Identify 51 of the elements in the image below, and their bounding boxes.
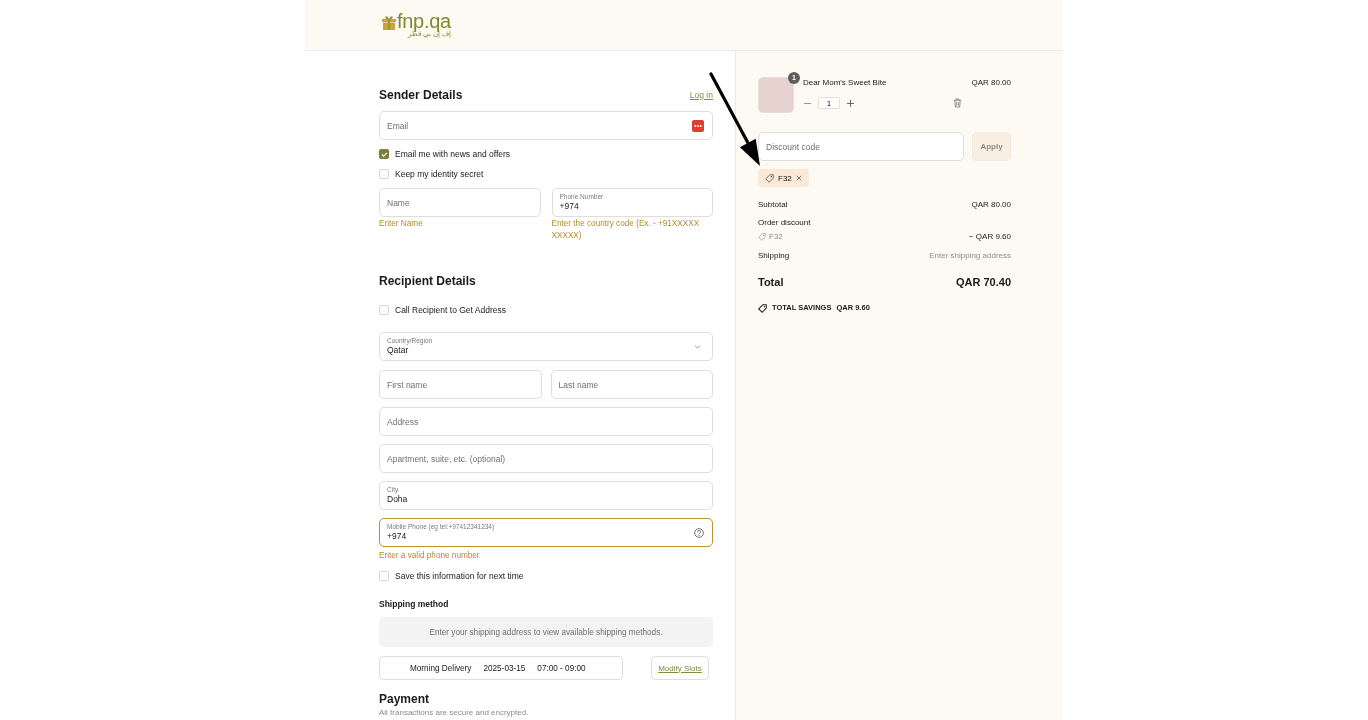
first-name-field[interactable]: First name xyxy=(379,370,542,399)
checkbox-label: Call Recipient to Get Address xyxy=(395,304,507,316)
section-title: Sender Details xyxy=(379,87,463,104)
discount-value: − QAR 9.60 xyxy=(968,232,1011,242)
total-label: Total xyxy=(758,275,784,290)
section-title: Recipient Details xyxy=(379,273,477,290)
chevron-down-icon xyxy=(694,344,701,349)
subtotal-label: Subtotal xyxy=(758,199,788,211)
order-discount-label: Order discount xyxy=(758,217,811,229)
checkmark-icon xyxy=(380,151,388,157)
tag-icon xyxy=(758,233,766,241)
error-message: Enter a valid phone number xyxy=(379,550,481,562)
product-price: QAR 80.00 xyxy=(971,77,1011,88)
trash-icon[interactable] xyxy=(953,98,963,108)
subtotal-value: QAR 80.00 xyxy=(971,199,1011,211)
login-link[interactable]: Log in xyxy=(689,90,713,100)
quantity-field[interactable]: 1 xyxy=(818,97,840,109)
checkbox-label: Email me with news and offers xyxy=(395,148,511,160)
error-message: Enter Name xyxy=(379,218,424,230)
shipping-value: Enter shipping address xyxy=(929,250,1011,262)
discount-code: F32 xyxy=(778,173,792,183)
total-value: QAR 70.40 xyxy=(955,275,1011,290)
gift-icon xyxy=(382,15,396,30)
product-name: Dear Mom's Sweet Bite xyxy=(803,77,888,88)
delivery-type: Morning Delivery xyxy=(410,663,472,673)
close-icon[interactable] xyxy=(795,175,802,181)
tag-icon xyxy=(758,303,767,313)
modify-slots-button[interactable]: Modify Slots xyxy=(651,656,709,680)
section-title: Payment xyxy=(379,691,431,707)
section-subtitle: Shipping method xyxy=(379,598,450,610)
checkbox[interactable] xyxy=(379,149,389,159)
name-field[interactable]: Name xyxy=(379,188,541,217)
plus-icon[interactable] xyxy=(847,99,854,107)
shipping-notice: Enter your shipping address to view available shipping methods. xyxy=(379,617,713,647)
shipping-label: Shipping xyxy=(758,250,790,262)
help-icon[interactable] xyxy=(694,527,704,538)
delivery-time: 07:00 - 09:00 xyxy=(537,663,586,673)
checkbox-label: Save this information for next time xyxy=(395,570,524,582)
error-message: Enter the country code (Ex. - +91XXXXX XXXXX) xyxy=(551,218,701,242)
checkbox-label: Keep my identity secret xyxy=(395,168,484,180)
logo-text[interactable]: fnp.qa xyxy=(397,12,451,30)
discount-code-label: F32 xyxy=(769,232,783,242)
apartment-field[interactable]: Apartment, suite, etc. (optional) xyxy=(379,444,713,473)
delivery-date: 2025-03-15 xyxy=(483,663,526,673)
last-name-field[interactable]: Last name xyxy=(550,370,713,399)
address-field[interactable]: Address xyxy=(379,407,713,436)
tag-icon xyxy=(765,173,774,183)
discount-code-field[interactable]: Discount code xyxy=(758,132,964,161)
product-photo-placeholder xyxy=(758,77,794,113)
payment-note: All transactions are secure and encrypted. xyxy=(379,708,530,718)
email-field[interactable]: Email xyxy=(379,111,713,140)
